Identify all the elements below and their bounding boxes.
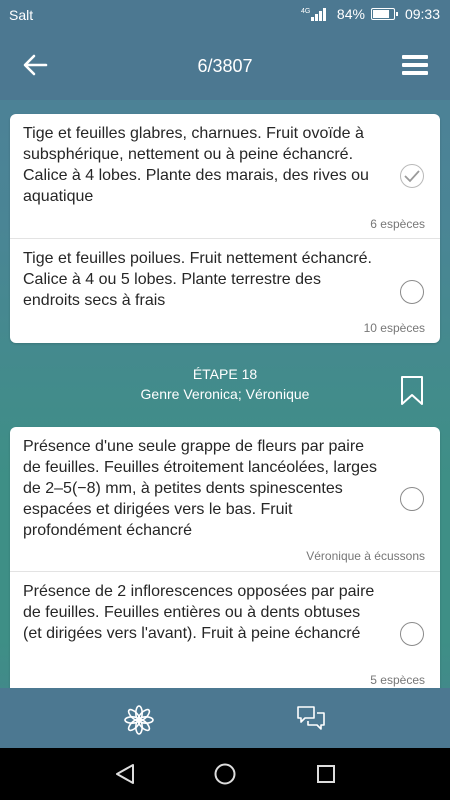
- status-bar: Salt 4G 84% 09:33: [0, 0, 450, 30]
- chat-bubbles-icon[interactable]: [296, 705, 326, 733]
- radio-button[interactable]: [400, 622, 424, 646]
- option-card1-1[interactable]: Tige et feuilles poilues. Fruit nettemen…: [10, 239, 440, 343]
- option-species-count: 10 espèces: [363, 321, 425, 335]
- bookmark-icon[interactable]: [400, 376, 424, 406]
- radio-button[interactable]: [400, 280, 424, 304]
- battery-percent: 84%: [336, 6, 365, 22]
- nav-recents-icon[interactable]: [315, 762, 337, 786]
- system-nav-bar: [0, 748, 450, 800]
- radio-button-selected[interactable]: [400, 164, 424, 188]
- choice-card-1: Tige et feuilles glabres, charnues. Frui…: [10, 114, 440, 343]
- option-text: Tige et feuilles poilues. Fruit nettemen…: [23, 250, 372, 309]
- nav-back-icon[interactable]: [114, 762, 136, 786]
- option-text: Tige et feuilles glabres, charnues. Frui…: [23, 125, 369, 205]
- battery-fill: [372, 10, 389, 18]
- battery-icon: [370, 8, 398, 20]
- option-species-count: 5 espèces: [370, 673, 425, 687]
- radio-button[interactable]: [400, 487, 424, 511]
- step-number: ÉTAPE 18: [192, 366, 258, 382]
- nav-home-icon[interactable]: [213, 762, 237, 786]
- signal-icon: 4G: [301, 8, 326, 21]
- option-species-count: 6 espèces: [370, 217, 425, 231]
- flower-icon[interactable]: [124, 705, 154, 735]
- app-header: 6/3807: [0, 30, 450, 100]
- page-counter: 6/3807: [197, 56, 253, 76]
- bottom-bar: [0, 688, 450, 748]
- status-icons: 4G 84% 09:33: [301, 6, 440, 22]
- option-card2-1[interactable]: Présence de 2 inflorescences opposées pa…: [10, 572, 440, 702]
- option-result-label: Véronique à écussons: [306, 549, 425, 563]
- option-card1-0[interactable]: Tige et feuilles glabres, charnues. Frui…: [10, 114, 440, 239]
- option-card2-0[interactable]: Présence d'une seule grappe de fleurs pa…: [10, 427, 440, 572]
- option-text: Présence de 2 inflorescences opposées pa…: [23, 583, 375, 642]
- choice-card-2: Présence d'une seule grappe de fleurs pa…: [10, 427, 440, 702]
- network-type-label: 4G: [301, 8, 310, 15]
- checkmark-icon: [404, 170, 420, 183]
- step-header: ÉTAPE 18 Genre Veronica; Véronique: [0, 360, 450, 420]
- option-text: Présence d'une seule grappe de fleurs pa…: [23, 438, 377, 539]
- hamburger-menu-icon[interactable]: [402, 55, 428, 75]
- step-genre: Genre Veronica; Véronique: [140, 386, 310, 402]
- carrier-label: Salt: [9, 7, 34, 23]
- clock: 09:33: [404, 6, 440, 22]
- app-screen: Salt 4G 84% 09:33 6/3807 Tige et feuille…: [0, 0, 450, 800]
